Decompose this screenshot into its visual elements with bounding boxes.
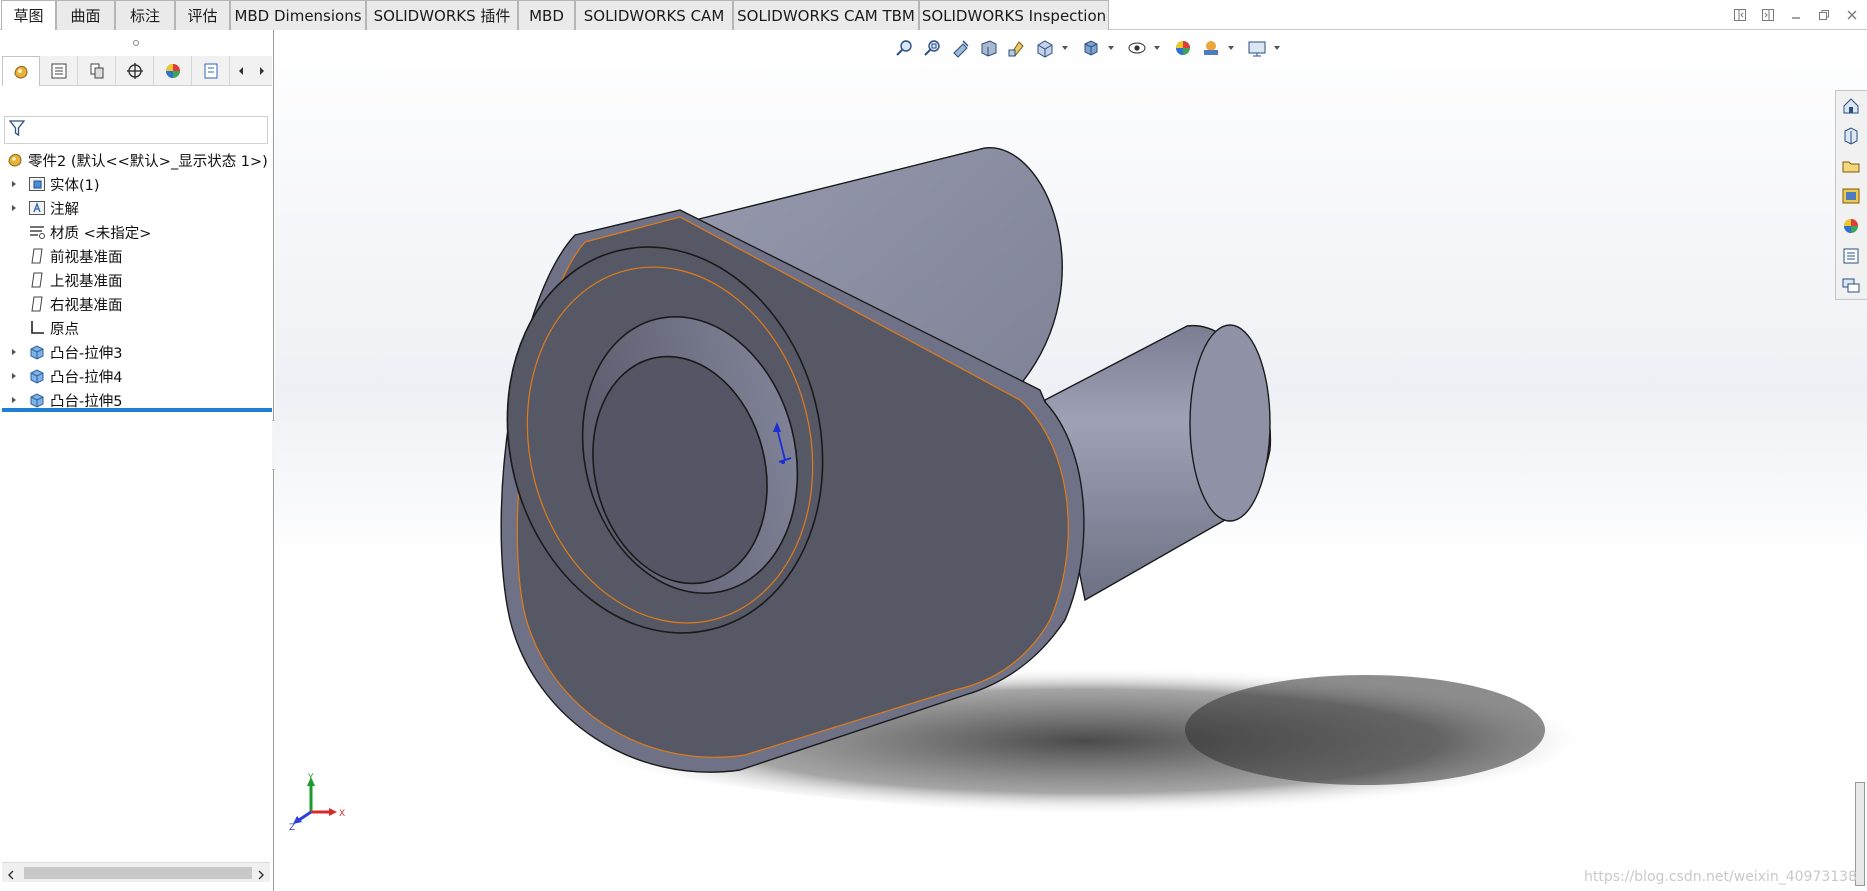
plane-icon [28, 271, 46, 289]
tree-filter-field[interactable] [4, 116, 268, 144]
view-palette-icon[interactable] [1836, 181, 1866, 211]
tree-item-front-plane[interactable]: 前视基准面 [0, 244, 274, 268]
close-icon[interactable] [1843, 6, 1861, 24]
tab-solidworks-addins[interactable]: SOLIDWORKS 插件 [366, 0, 518, 30]
tab-mbd[interactable]: MBD [518, 0, 575, 30]
expand-arrow-icon[interactable] [9, 371, 19, 381]
origin-icon [28, 319, 46, 337]
minimize-icon[interactable] [1787, 6, 1805, 24]
expand-arrow-icon[interactable] [9, 203, 19, 213]
tab-mbd-dimensions[interactable]: MBD Dimensions [230, 0, 366, 30]
triad-z-label: Z [289, 823, 295, 832]
expand-arrow-icon[interactable] [9, 179, 19, 189]
command-manager-tabs: 草图 曲面 标注 评估 MBD Dimensions SOLIDWORKS 插件… [0, 0, 1867, 30]
displaymanager-tab-icon[interactable] [154, 56, 193, 86]
forum-icon[interactable] [1836, 271, 1866, 301]
tree-item-origin[interactable]: 原点 [0, 316, 274, 340]
expand-arrow-icon[interactable] [9, 395, 19, 405]
manager-tabs [2, 56, 272, 86]
tree-item-annotations[interactable]: 注解 [0, 196, 274, 220]
home-icon[interactable] [1836, 91, 1866, 121]
tab-surfaces[interactable]: 曲面 [56, 0, 115, 30]
plane-icon [28, 295, 46, 313]
solidworks-window: 草图 曲面 标注 评估 MBD Dimensions SOLIDWORKS 插件… [0, 0, 1867, 891]
tab-sketch[interactable]: 草图 [1, 0, 56, 30]
feature-tree: 零件2 (默认<<默认>_显示状态 1>) 实体(1) 注解 材质 <未指定> … [0, 148, 274, 412]
tab-solidworks-cam-tbm[interactable]: SOLIDWORKS CAM TBM [733, 0, 919, 30]
extra-manager-tab-icon[interactable] [192, 56, 231, 86]
tree-item-solid-bodies[interactable]: 实体(1) [0, 172, 274, 196]
scroll-left-icon[interactable] [6, 866, 16, 885]
scroll-right-icon[interactable] [256, 866, 266, 885]
restore-icon[interactable] [1815, 6, 1833, 24]
tree-item-material[interactable]: 材质 <未指定> [0, 220, 274, 244]
propertymanager-tab-icon[interactable] [40, 56, 79, 86]
tree-item-boss-extrude4[interactable]: 凸台-拉伸4 [0, 364, 274, 388]
custom-properties-icon[interactable] [1836, 241, 1866, 271]
filter-icon [8, 119, 26, 141]
feature-manager-panel: 零件2 (默认<<默认>_显示状态 1>) 实体(1) 注解 材质 <未指定> … [0, 30, 274, 891]
part-model-render[interactable] [275, 30, 1867, 891]
material-icon [28, 223, 46, 241]
tab-evaluate[interactable]: 评估 [175, 0, 230, 30]
tab-solidworks-cam[interactable]: SOLIDWORKS CAM [575, 0, 733, 30]
triad-x-label: X [339, 809, 345, 819]
tabs-scroll-right-icon[interactable] [251, 56, 272, 86]
plane-icon [28, 247, 46, 265]
tile-right-icon[interactable] [1759, 6, 1777, 24]
boss-extrude-icon [28, 367, 46, 385]
rollback-bar[interactable] [2, 408, 272, 412]
featuremanager-tab-icon[interactable] [2, 56, 41, 86]
file-explorer-icon[interactable] [1836, 151, 1866, 181]
tab-annotation[interactable]: 标注 [115, 0, 175, 30]
appearances-scenes-icon[interactable] [1836, 211, 1866, 241]
annotations-folder-icon [28, 199, 46, 217]
configurationmanager-tab-icon[interactable] [78, 56, 117, 86]
task-pane [1835, 90, 1867, 300]
tree-item-boss-extrude3[interactable]: 凸台-拉伸3 [0, 340, 274, 364]
part-icon [6, 151, 24, 169]
tab-solidworks-inspection[interactable]: SOLIDWORKS Inspection [919, 0, 1109, 30]
solid-bodies-folder-icon [28, 175, 46, 193]
panel-splitter-handle[interactable] [130, 38, 142, 48]
reference-triad: Y X Z [289, 773, 345, 832]
triad-y-label: Y [307, 773, 314, 783]
boss-extrude-icon [28, 343, 46, 361]
tabs-scroll-left-icon[interactable] [230, 56, 251, 86]
boss-extrude-icon [28, 391, 46, 409]
tree-item-top-plane[interactable]: 上视基准面 [0, 268, 274, 292]
window-controls [1731, 6, 1861, 24]
graphics-area[interactable]: Y X Z https://blog.csdn.net/weixin_40973… [275, 30, 1867, 891]
tile-left-icon[interactable] [1731, 6, 1749, 24]
tree-root-part[interactable]: 零件2 (默认<<默认>_显示状态 1>) [0, 148, 274, 172]
watermark: https://blog.csdn.net/weixin_40973138 [1583, 869, 1857, 885]
expand-arrow-icon[interactable] [9, 347, 19, 357]
tree-item-right-plane[interactable]: 右视基准面 [0, 292, 274, 316]
design-library-icon[interactable] [1836, 121, 1866, 151]
dimxpertmanager-tab-icon[interactable] [116, 56, 155, 86]
scrollbar-thumb[interactable] [24, 867, 252, 879]
horizontal-scrollbar[interactable] [2, 862, 270, 882]
